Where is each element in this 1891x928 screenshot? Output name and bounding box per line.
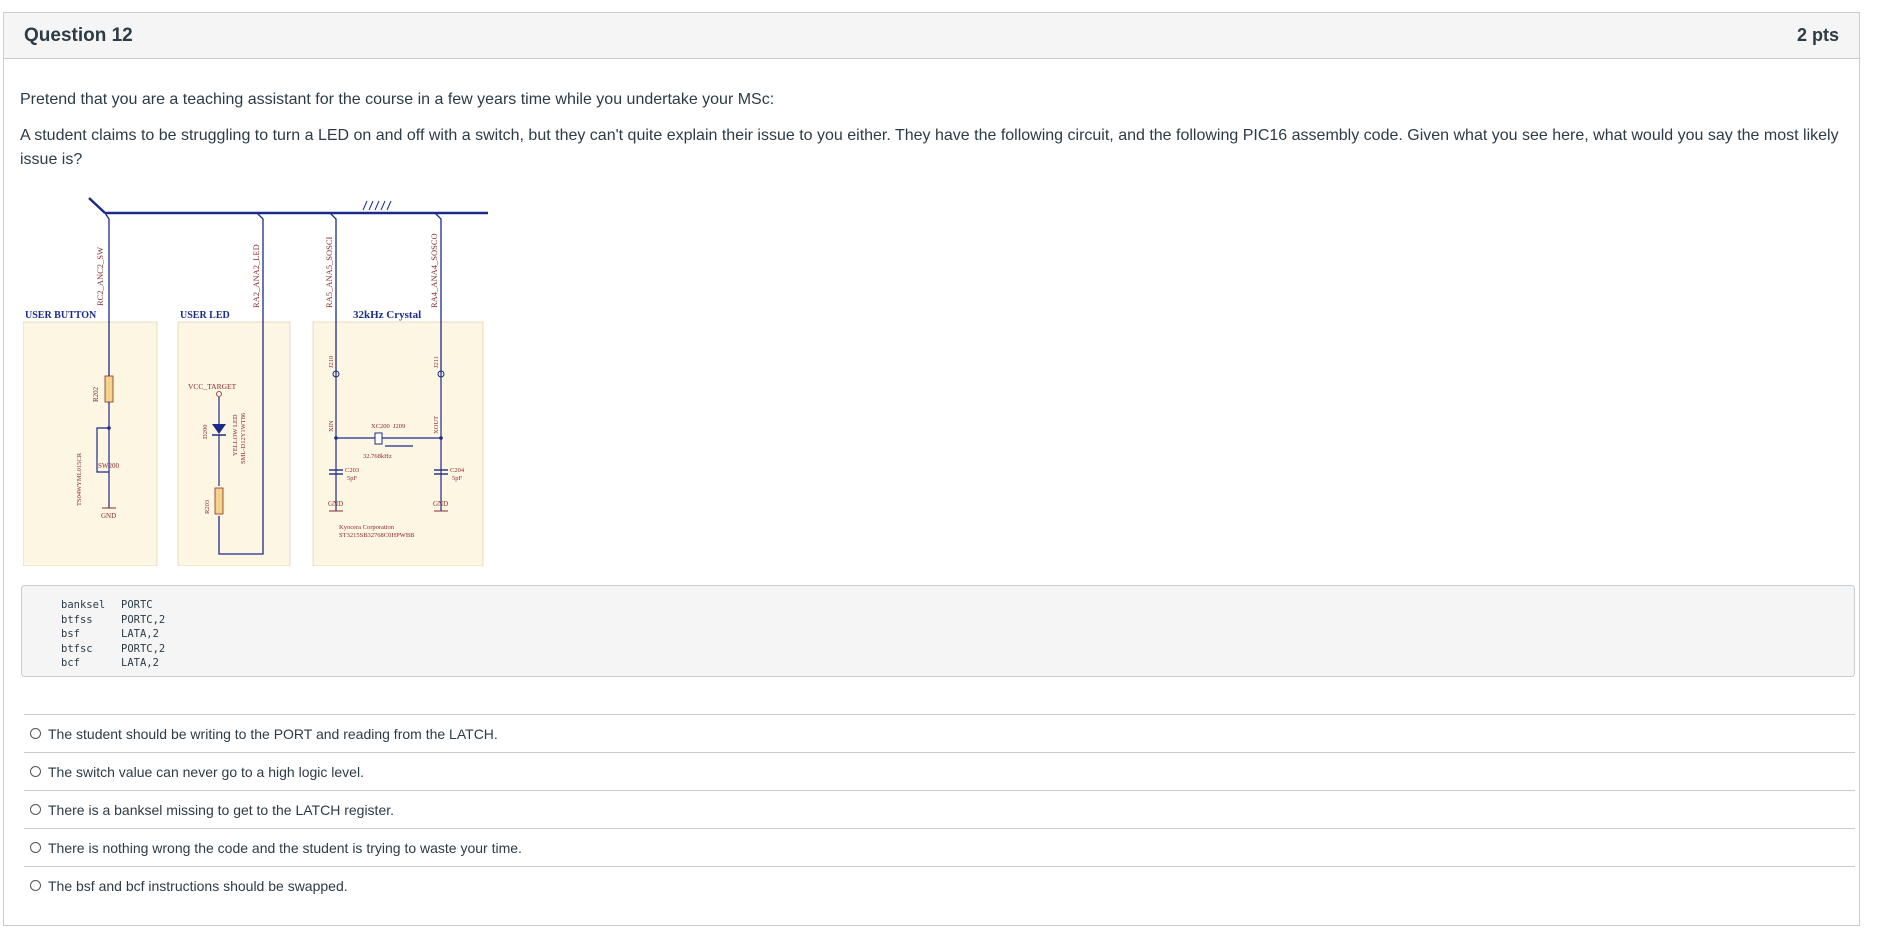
svg-text:SML-D12Y1WT86: SML-D12Y1WT86 [240, 412, 247, 464]
svg-text:R202: R202 [92, 386, 100, 402]
svg-text:J211: J211 [433, 356, 440, 368]
code-line: banksel PORTC [61, 599, 153, 611]
resistor-r203 [214, 487, 224, 515]
svg-text:GND: GND [101, 512, 116, 520]
question-intro: Pretend that you are a teaching assistan… [20, 91, 775, 108]
crystal-xc200 [374, 432, 383, 445]
code-line: bsf LATA,2 [61, 628, 159, 640]
circuit-schematic: RC2_ANC2_SW RA2_ANA2_LED RA5_ANA5_SOSCI … [23, 197, 488, 566]
user-led-title: USER LED [180, 310, 230, 321]
svg-text:Kyocera Corporation: Kyocera Corporation [339, 524, 395, 531]
question-header: Question 12 2 pts [4, 13, 1859, 59]
svg-text:XIN: XIN [328, 420, 335, 432]
code-line: bcf LATA,2 [61, 657, 159, 669]
svg-text:J210: J210 [328, 356, 335, 368]
code-line: btfsc PORTC,2 [61, 642, 166, 655]
radio-button[interactable] [30, 842, 41, 853]
svg-text:D200: D200 [202, 425, 209, 439]
answer-list: The student should be writing to the POR… [24, 714, 1855, 904]
radio-button[interactable] [30, 766, 41, 777]
net-label-sosci: RA5_ANA5_SOSCI [324, 237, 334, 308]
answer-option-2[interactable]: The switch value can never go to a high … [24, 752, 1855, 790]
svg-text:R203: R203 [204, 500, 211, 514]
user-button-title: USER BUTTON [25, 310, 97, 321]
question-title: Question 12 [24, 24, 133, 46]
answer-option-3[interactable]: There is a banksel missing to get to the… [24, 790, 1855, 828]
svg-text:YELLOW LED: YELLOW LED [232, 414, 239, 456]
switch-label: SW200 [98, 462, 120, 470]
svg-text:J209: J209 [393, 423, 405, 430]
svg-text:C203: C203 [345, 467, 359, 474]
answer-option-1[interactable]: The student should be writing to the POR… [24, 714, 1855, 752]
net-label-sosco: RA4_ANA4_SOSCO [429, 233, 439, 308]
code-block: banksel PORTC btfss PORTC,2 bsf LATA,2 btfs… [21, 585, 1855, 677]
svg-text:XC200: XC200 [371, 423, 390, 430]
answer-label: There is nothing wrong the code and the … [48, 839, 522, 856]
answer-label: The bsf and bcf instructions should be s… [48, 877, 348, 894]
svg-text:ST3215SB32768C0HPWBB: ST3215SB32768C0HPWBB [339, 532, 415, 539]
vcc-label: VCC_TARGET [188, 382, 237, 391]
radio-button[interactable] [30, 728, 41, 739]
bus-entry-marks [362, 200, 392, 211]
question-points: 2 pts [1796, 25, 1839, 45]
code-line: btfss PORTC,2 [61, 613, 166, 626]
answer-label: There is a banksel missing to get to the… [48, 801, 395, 818]
answer-label: The switch value can never go to a high … [48, 763, 364, 780]
answer-option-4[interactable]: There is nothing wrong the code and the … [24, 828, 1855, 866]
svg-text:C204: C204 [450, 467, 465, 474]
svg-text:GND: GND [328, 500, 343, 508]
radio-button[interactable] [30, 804, 41, 815]
answer-label: The student should be writing to the POR… [48, 725, 498, 742]
svg-text:5pF: 5pF [347, 475, 358, 482]
net-label-led: RA2_ANA2_LED [251, 244, 261, 308]
svg-text:GND: GND [433, 500, 448, 508]
svg-text:XOUT: XOUT [433, 416, 440, 434]
resistor-r202 [104, 375, 114, 403]
net-label-sw: RC2_ANC2_SW [95, 247, 105, 306]
svg-text:5pF: 5pF [452, 475, 463, 482]
crystal-title: 32kHz Crystal [353, 309, 421, 321]
question-prompt: A student claims to be struggling to tur… [20, 127, 1839, 168]
radio-button[interactable] [30, 880, 41, 891]
svg-text:32.768kHz: 32.768kHz [363, 453, 392, 460]
svg-text:TS04WYML015CR: TS04WYML015CR [76, 452, 83, 506]
answer-option-5[interactable]: The bsf and bcf instructions should be s… [24, 866, 1855, 904]
user-button-section [23, 321, 158, 566]
